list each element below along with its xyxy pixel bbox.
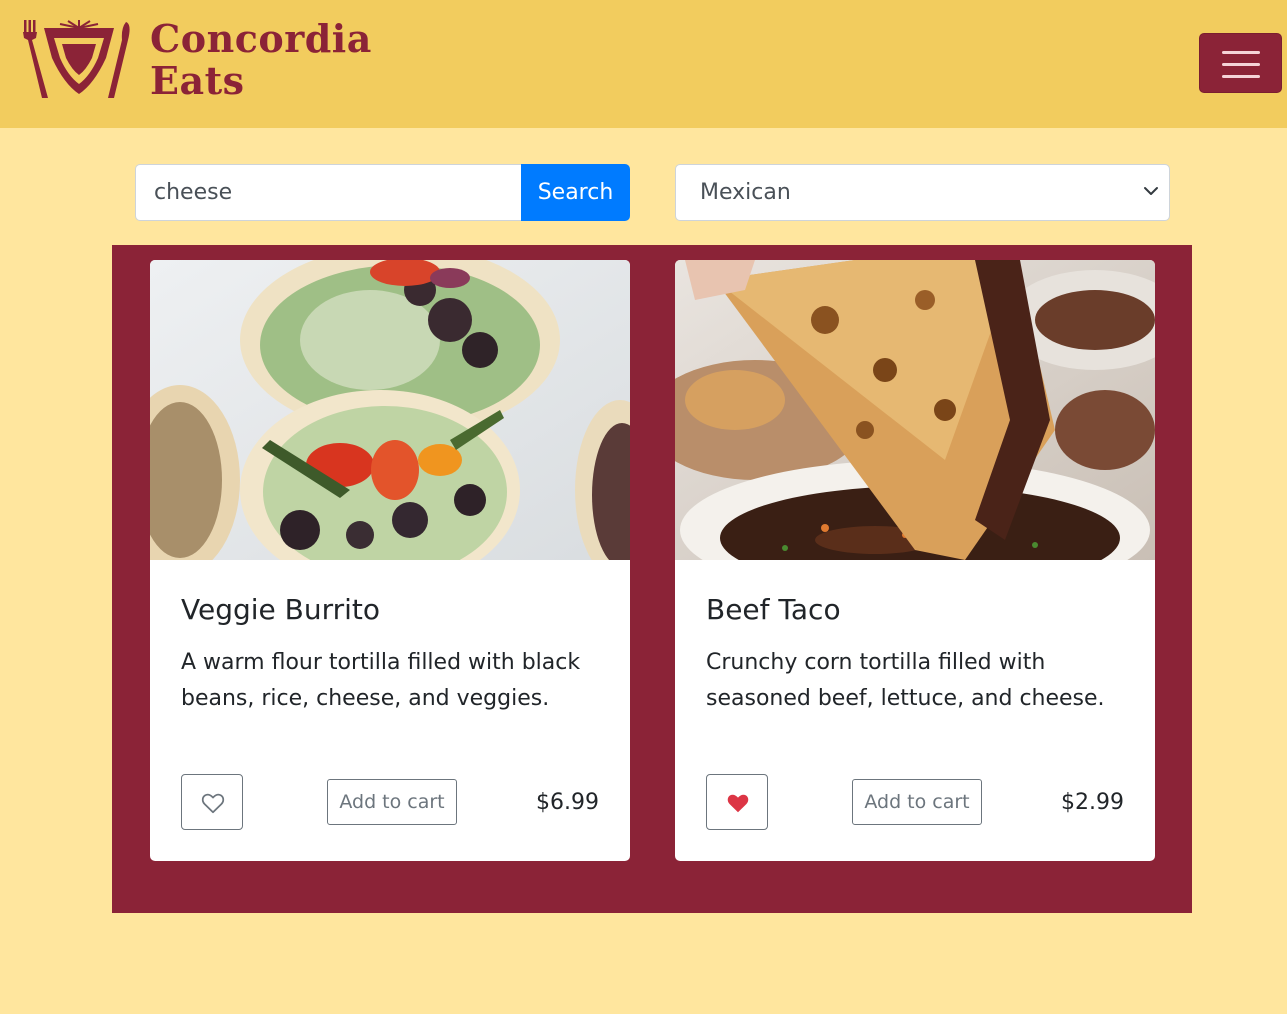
cuisine-select-value: Mexican bbox=[700, 180, 791, 205]
heart-filled-icon bbox=[727, 794, 749, 813]
item-description: A warm flour tortilla filled with black … bbox=[181, 650, 581, 711]
search-group: Search bbox=[135, 164, 630, 221]
hamburger-icon bbox=[1222, 51, 1260, 54]
brand-name-line2: Eats bbox=[150, 58, 245, 103]
item-description: Crunchy corn tortilla filled with season… bbox=[706, 650, 1105, 711]
burrito-photo bbox=[150, 260, 630, 560]
item-title: Beef Taco bbox=[706, 593, 841, 626]
item-title: Veggie Burrito bbox=[181, 593, 381, 626]
results-panel: Veggie Burrito A warm flour tortilla fil… bbox=[112, 245, 1192, 913]
search-button[interactable]: Search bbox=[521, 164, 630, 221]
hamburger-icon-bar bbox=[1222, 63, 1260, 66]
brand-name-line1: Concordia bbox=[150, 16, 372, 61]
add-to-cart-button[interactable]: Add to cart bbox=[852, 779, 982, 825]
food-card: Beef Taco Crunchy corn tortilla filled w… bbox=[675, 260, 1155, 861]
taco-photo bbox=[675, 260, 1155, 560]
logo-icon bbox=[23, 20, 130, 98]
favorite-button[interactable] bbox=[181, 774, 243, 830]
search-input[interactable] bbox=[135, 164, 521, 221]
chevron-down-icon bbox=[1144, 187, 1158, 195]
item-price: $2.99 bbox=[1061, 790, 1124, 815]
navbar: Concordia Eats bbox=[0, 0, 1287, 128]
favorite-button[interactable] bbox=[706, 774, 768, 830]
menu-toggle-button[interactable] bbox=[1199, 33, 1282, 93]
heart-outline-icon bbox=[201, 793, 225, 814]
brand-name: Concordia Eats bbox=[150, 18, 372, 102]
item-price: $6.99 bbox=[536, 790, 599, 815]
hamburger-icon-bar bbox=[1222, 75, 1260, 78]
food-card: Veggie Burrito A warm flour tortilla fil… bbox=[150, 260, 630, 861]
add-to-cart-button[interactable]: Add to cart bbox=[327, 779, 457, 825]
brand[interactable]: Concordia Eats bbox=[22, 18, 372, 102]
cuisine-select[interactable]: Mexican bbox=[675, 164, 1170, 221]
